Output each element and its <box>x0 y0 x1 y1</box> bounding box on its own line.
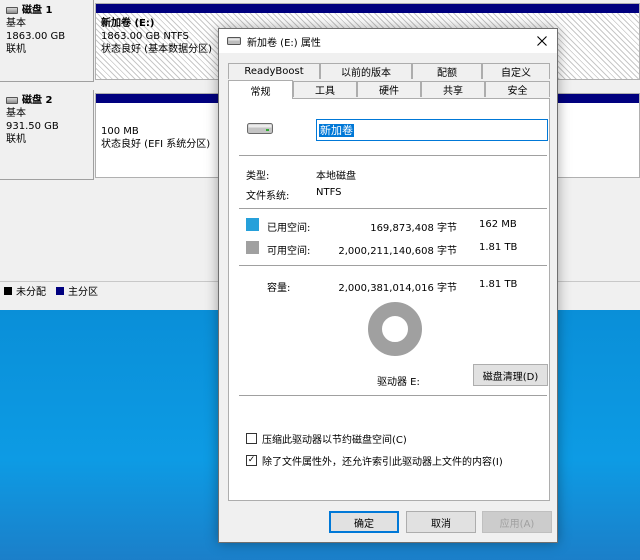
tab-strip: ReadyBoost 以前的版本 配额 自定义 常规 工具 硬件 共享 安全 <box>228 63 550 99</box>
disk-type: 基本 <box>6 18 26 29</box>
disk-icon <box>6 97 18 104</box>
drive-icon <box>227 37 241 45</box>
capacity-bytes: 2,000,381,014,016 字节 <box>338 283 457 294</box>
general-tab-panel: 新加卷 类型: 本地磁盘 文件系统: NTFS 已用空间: 169,873,40… <box>228 98 550 501</box>
apply-button[interactable]: 应用(A) <box>482 511 552 533</box>
tab-readyboost[interactable]: ReadyBoost <box>228 63 320 79</box>
free-space-human: 1.81 TB <box>479 242 518 253</box>
cancel-button[interactable]: 取消 <box>406 511 476 533</box>
legend-swatch <box>56 286 64 295</box>
tab-customize[interactable]: 自定义 <box>482 63 550 79</box>
tab-security[interactable]: 安全 <box>485 81 550 97</box>
used-space-label: 已用空间: <box>267 223 311 234</box>
divider <box>239 265 547 266</box>
legend-label: 未分配 <box>16 287 46 298</box>
used-space-swatch <box>246 218 259 231</box>
disk-type: 基本 <box>6 108 26 119</box>
legend-label: 主分区 <box>68 287 98 298</box>
divider <box>239 208 547 209</box>
disk-name: 磁盘 2 <box>22 95 53 106</box>
drive-letter-label: 驱动器 E: <box>377 377 420 388</box>
compress-checkbox-label: 压缩此驱动器以节约磁盘空间(C) <box>262 435 407 446</box>
close-button[interactable] <box>527 29 557 53</box>
dialog-title: 新加卷 (E:) 属性 <box>247 37 321 49</box>
used-space-bytes: 169,873,408 字节 <box>370 223 457 234</box>
free-space-swatch <box>246 241 259 254</box>
type-label: 类型: <box>246 171 270 182</box>
type-value: 本地磁盘 <box>316 171 356 182</box>
disk-2-label[interactable]: 磁盘 2 基本 931.50 GB 联机 <box>0 90 94 180</box>
legend-item-primary: 主分区 <box>56 283 98 298</box>
disk-size: 931.50 GB <box>6 121 59 132</box>
disk-size: 1863.00 GB <box>6 31 66 42</box>
disk-1-label[interactable]: 磁盘 1 基本 1863.00 GB 联机 <box>0 0 94 82</box>
usage-ring <box>368 302 422 356</box>
index-option[interactable]: ✓ 除了文件属性外，还允许索引此驱动器上文件的内容(I) <box>246 453 503 468</box>
volume-name-input[interactable]: 新加卷 <box>316 119 548 141</box>
free-space-label: 可用空间: <box>267 246 311 257</box>
capacity-human: 1.81 TB <box>479 279 518 290</box>
tab-hardware[interactable]: 硬件 <box>357 81 421 97</box>
legend-item-unallocated: 未分配 <box>4 283 46 298</box>
filesystem-label: 文件系统: <box>246 191 290 202</box>
dialog-titlebar[interactable]: 新加卷 (E:) 属性 <box>219 29 557 53</box>
index-checkbox-label: 除了文件属性外，还允许索引此驱动器上文件的内容(I) <box>262 457 503 468</box>
used-space-human: 162 MB <box>479 219 517 230</box>
index-checkbox[interactable]: ✓ <box>246 455 257 466</box>
tab-quota[interactable]: 配额 <box>412 63 482 79</box>
filesystem-value: NTFS <box>316 187 342 198</box>
disk-name: 磁盘 1 <box>22 5 53 16</box>
disk-status: 联机 <box>6 44 26 55</box>
tab-general[interactable]: 常规 <box>228 80 293 99</box>
tab-sharing[interactable]: 共享 <box>421 81 485 97</box>
primary-partition-bar <box>96 4 639 13</box>
compress-checkbox[interactable] <box>246 433 257 444</box>
free-space-bytes: 2,000,211,140,608 字节 <box>338 246 457 257</box>
divider <box>239 395 547 396</box>
tab-tools[interactable]: 工具 <box>293 81 357 97</box>
capacity-label: 容量: <box>267 283 291 294</box>
disk-status: 联机 <box>6 134 26 145</box>
properties-dialog: 新加卷 (E:) 属性 ReadyBoost 以前的版本 配额 自定义 常规 工… <box>218 28 558 543</box>
ok-button[interactable]: 确定 <box>329 511 399 533</box>
tab-previous-versions[interactable]: 以前的版本 <box>320 63 412 79</box>
divider <box>239 155 547 156</box>
drive-icon <box>247 123 273 134</box>
legend-swatch <box>4 286 12 295</box>
disk-icon <box>6 7 18 14</box>
close-icon <box>537 36 547 46</box>
disk-cleanup-button[interactable]: 磁盘清理(D) <box>473 364 548 386</box>
compress-option[interactable]: 压缩此驱动器以节约磁盘空间(C) <box>246 431 407 446</box>
